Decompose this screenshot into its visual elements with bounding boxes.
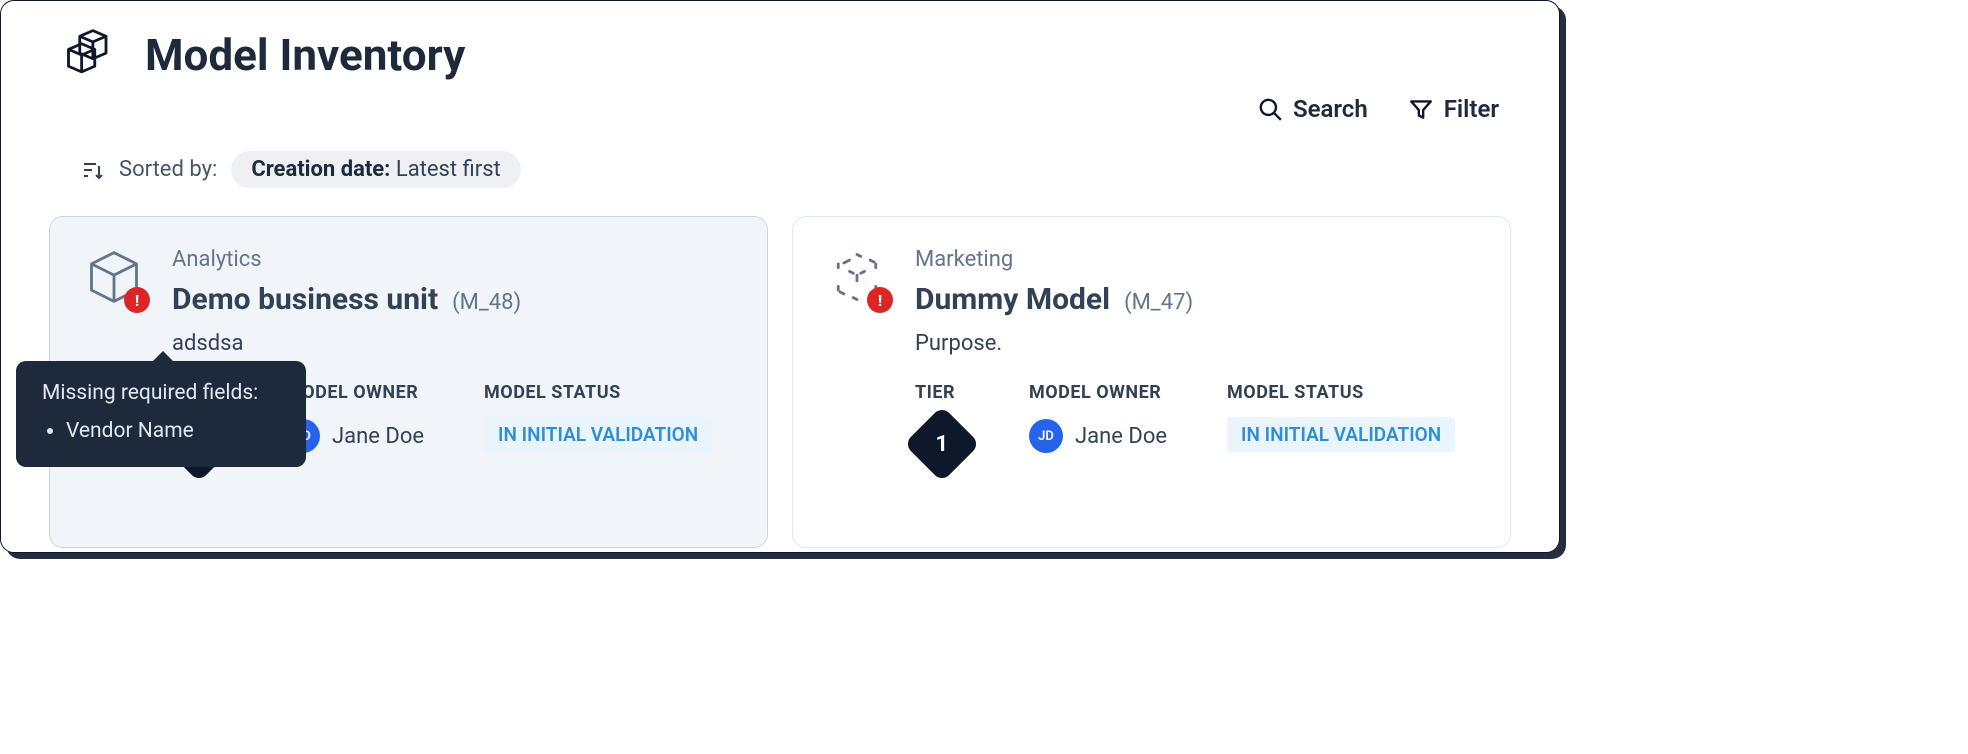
missing-fields-tooltip: Missing required fields: Vendor Name — [16, 361, 306, 467]
filter-button[interactable]: Filter — [1408, 95, 1499, 123]
sort-value: Latest first — [396, 157, 501, 182]
tier-badge: 1 — [915, 417, 969, 471]
tier-label: TIER — [915, 382, 969, 403]
tooltip-title: Missing required fields: — [42, 381, 280, 405]
inventory-icon — [61, 25, 121, 85]
toolbar: Search Filter — [1, 85, 1559, 123]
card-id: (M_48) — [452, 290, 521, 315]
status-label: MODEL STATUS — [1227, 382, 1455, 403]
owner-stat: MODEL OWNER JD Jane Doe — [286, 382, 424, 471]
card-icon-wrap: ! — [84, 247, 144, 307]
card-category: Marketing — [915, 247, 1476, 272]
tier-value: 1 — [936, 432, 949, 457]
owner-stat: MODEL OWNER JD Jane Doe — [1029, 382, 1167, 471]
page-header: Model Inventory — [1, 1, 1559, 85]
owner-label: MODEL OWNER — [286, 382, 424, 403]
card-title: Dummy Model — [915, 282, 1110, 317]
card-title: Demo business unit — [172, 282, 438, 317]
model-card[interactable]: ! Marketing Dummy Model (M_47) Purpose. … — [792, 216, 1511, 548]
card-category: Analytics — [172, 247, 733, 272]
owner-name: Jane Doe — [332, 424, 424, 449]
tier-stat: TIER 1 — [915, 382, 969, 471]
alert-icon: ! — [867, 287, 893, 313]
card-purpose: Purpose. — [915, 331, 1476, 356]
sort-key: Creation date: — [251, 157, 390, 182]
sort-bar: Sorted by: Creation date: Latest first — [1, 123, 1559, 188]
app-frame: Model Inventory Search Filter Sorted by:… — [0, 0, 1560, 553]
search-icon — [1257, 96, 1283, 122]
avatar: JD — [1029, 419, 1063, 453]
search-label: Search — [1293, 95, 1368, 123]
status-stat: MODEL STATUS IN INITIAL VALIDATION — [1227, 382, 1455, 471]
card-purpose: adsdsa — [172, 331, 733, 356]
sort-pill[interactable]: Creation date: Latest first — [231, 151, 520, 188]
sorted-by-label: Sorted by: — [119, 157, 217, 182]
card-icon-wrap: ! — [827, 247, 887, 307]
tooltip-item: Vendor Name — [66, 419, 280, 443]
search-button[interactable]: Search — [1257, 95, 1368, 123]
page-title: Model Inventory — [145, 29, 465, 81]
status-badge: IN INITIAL VALIDATION — [1227, 417, 1455, 452]
alert-icon: ! — [124, 287, 150, 313]
owner-name: Jane Doe — [1075, 424, 1167, 449]
status-badge: IN INITIAL VALIDATION — [484, 417, 712, 452]
sort-icon — [81, 158, 105, 182]
owner-label: MODEL OWNER — [1029, 382, 1167, 403]
status-label: MODEL STATUS — [484, 382, 712, 403]
filter-icon — [1408, 96, 1434, 122]
card-id: (M_47) — [1124, 290, 1193, 315]
status-stat: MODEL STATUS IN INITIAL VALIDATION — [484, 382, 712, 471]
filter-label: Filter — [1444, 95, 1499, 123]
